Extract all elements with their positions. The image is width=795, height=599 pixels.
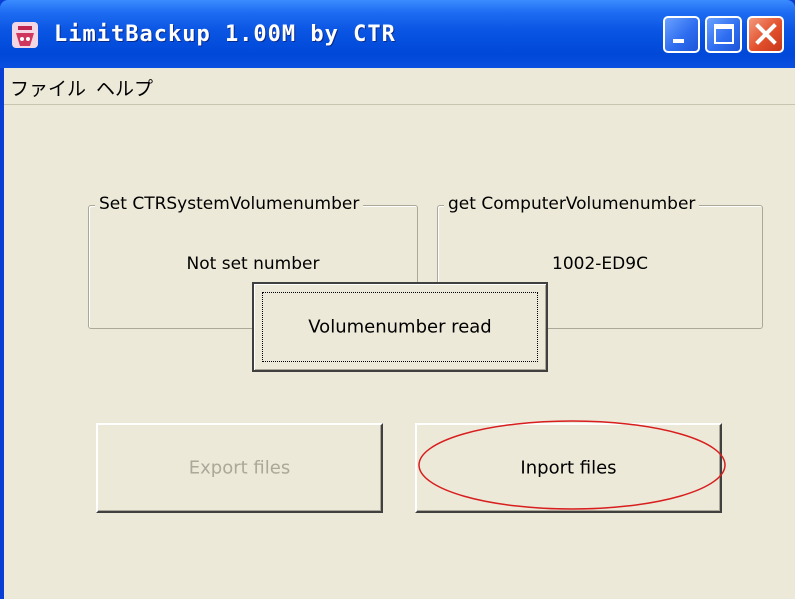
system-volume-legend: Set CTRSystemVolumenumber — [95, 194, 364, 214]
volumenumber-read-button[interactable]: Volumenumber read — [252, 282, 548, 372]
close-icon — [755, 23, 777, 45]
window-title: LimitBackup 1.00M by CTR — [54, 22, 396, 47]
computer-volume-legend: get ComputerVolumenumber — [444, 194, 700, 214]
maximize-button[interactable] — [705, 16, 742, 53]
import-files-button[interactable]: Inport files — [415, 423, 722, 513]
app-icon — [12, 22, 38, 48]
export-files-button: Export files — [96, 423, 383, 513]
menu-file[interactable]: ファイル — [10, 74, 86, 101]
volumenumber-read-label: Volumenumber read — [308, 316, 492, 338]
app-window: LimitBackup 1.00M by CTR ファイル ヘルプ Set CT… — [0, 0, 795, 599]
maximize-icon — [714, 24, 734, 44]
minimize-icon — [673, 39, 684, 43]
import-files-label: Inport files — [520, 457, 617, 479]
minimize-button[interactable] — [663, 16, 700, 53]
main-panel: Set CTRSystemVolumenumber Not set number… — [4, 105, 795, 599]
computer-volume-value: 1002-ED9C — [552, 254, 648, 274]
title-bar[interactable]: LimitBackup 1.00M by CTR — [0, 0, 795, 68]
menu-bar: ファイル ヘルプ — [4, 68, 795, 105]
menu-help[interactable]: ヘルプ — [96, 74, 153, 101]
close-button[interactable] — [747, 16, 784, 53]
client-area: ファイル ヘルプ Set CTRSystemVolumenumber Not s… — [4, 68, 795, 599]
system-volume-value: Not set number — [186, 254, 320, 274]
export-files-label: Export files — [188, 457, 291, 479]
